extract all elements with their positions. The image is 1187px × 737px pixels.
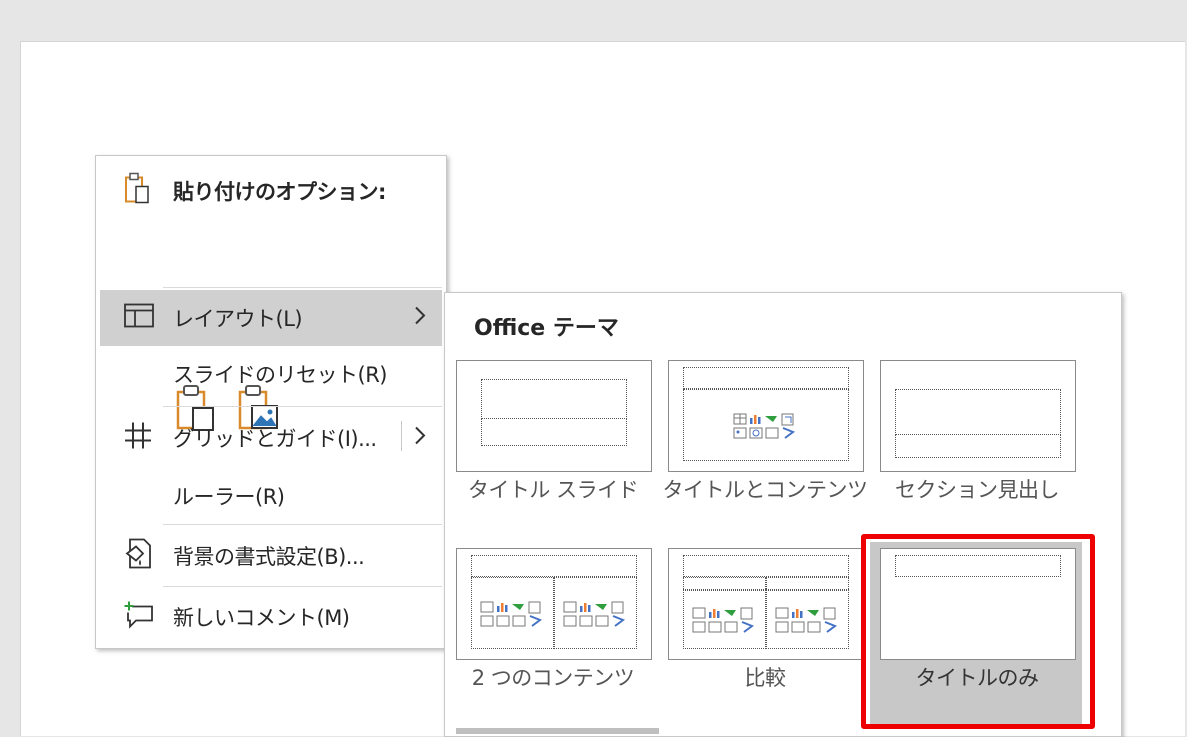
grid-guides-label: グリッドとガイド(I)... — [173, 427, 377, 451]
content-placeholder-right — [554, 577, 637, 649]
new-comment-label: 新しいコメント(M) — [173, 606, 350, 630]
layout-thumbnail — [456, 548, 652, 660]
grid-guides-menu-item[interactable]: グリッドとガイド(I)... — [100, 408, 442, 468]
layout-thumbnail — [668, 360, 864, 472]
layout-label: レイアウト(L) — [173, 307, 303, 331]
content-insert-icons — [733, 413, 796, 439]
content-insert-icons — [775, 607, 838, 633]
layout-two-content[interactable]: 2 つのコンテンツ — [446, 548, 658, 718]
new-comment-menu-item[interactable]: 新しいコメント(M) — [100, 588, 442, 646]
content-placeholder-left — [683, 589, 766, 649]
format-background-label: 背景の書式設定(B)... — [173, 545, 365, 569]
chevron-right-icon — [414, 306, 426, 331]
menu-separator — [163, 586, 442, 587]
menu-separator — [163, 524, 442, 525]
context-menu: 貼り付けのオプション: レイアウト(L) スライドのリセット(R) グリッドとガ… — [95, 155, 447, 649]
layout-thumbnail — [456, 360, 652, 472]
layout-thumbnail — [668, 548, 864, 660]
layout-label: 比較 — [744, 666, 787, 690]
selection-highlight-box — [861, 534, 1095, 729]
text-placeholder — [895, 434, 1061, 458]
subtitle-placeholder — [481, 418, 627, 446]
content-placeholder — [683, 389, 849, 461]
paste-options-label: 貼り付けのオプション: — [173, 180, 386, 204]
menu-separator — [163, 287, 442, 288]
title-placeholder — [683, 367, 849, 389]
layout-icon — [124, 303, 154, 333]
new-comment-icon — [124, 601, 154, 634]
grid-icon — [124, 422, 152, 455]
reset-slide-menu-item[interactable]: スライドのリセット(R) — [100, 346, 442, 402]
theme-title: Office テーマ — [474, 316, 619, 341]
layout-title-content[interactable]: タイトルとコンテンツ — [658, 360, 870, 530]
layout-title-slide[interactable]: タイトル スライド — [446, 360, 658, 530]
layout-thumbnail — [880, 360, 1076, 472]
layout-label: タイトル スライド — [467, 478, 639, 502]
title-placeholder — [481, 379, 627, 419]
content-insert-icons — [692, 607, 755, 633]
layout-label: 2 つのコンテンツ — [471, 666, 635, 690]
ruler-label: ルーラー(R) — [173, 485, 285, 509]
paste-icon — [124, 172, 152, 211]
layout-comparison[interactable]: 比較 — [658, 548, 870, 718]
content-insert-icons — [563, 601, 626, 627]
layout-menu-item[interactable]: レイアウト(L) — [100, 290, 442, 346]
format-background-menu-item[interactable]: 背景の書式設定(B)... — [100, 526, 442, 586]
content-insert-icons — [480, 601, 543, 627]
title-placeholder — [683, 555, 849, 577]
layout-section-header[interactable]: セクション見出し — [870, 360, 1082, 530]
ruler-menu-item[interactable]: ルーラー(R) — [100, 468, 442, 524]
scrollbar-thumb[interactable] — [456, 728, 659, 734]
title-placeholder — [895, 389, 1061, 435]
content-placeholder-left — [471, 577, 554, 649]
paste-options-header: 貼り付けのオプション: — [100, 171, 442, 211]
content-placeholder-right — [766, 589, 849, 649]
background-format-icon — [124, 538, 152, 575]
title-placeholder — [471, 555, 637, 577]
chevron-right-icon[interactable] — [414, 426, 426, 451]
menu-separator — [163, 406, 442, 407]
layout-label: タイトルとコンテンツ — [662, 478, 869, 502]
split-divider — [401, 421, 402, 451]
reset-slide-label: スライドのリセット(R) — [173, 363, 387, 387]
layout-label: セクション見出し — [895, 478, 1060, 502]
